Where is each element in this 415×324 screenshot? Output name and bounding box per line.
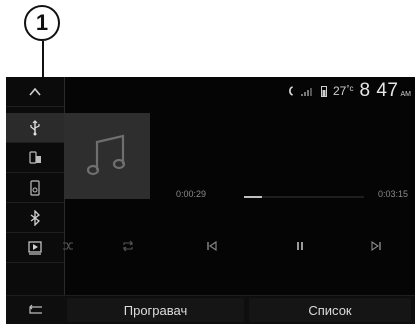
pause-icon: [297, 242, 303, 250]
previous-track-icon: [207, 240, 217, 252]
chevron-up-icon: [29, 87, 41, 96]
clock-ampm: AM: [400, 90, 412, 98]
list-tab-button[interactable]: Список: [249, 298, 411, 322]
video-source-icon: [28, 240, 42, 255]
signal-strength-icon: [300, 88, 312, 96]
phone-call-icon: [289, 86, 293, 96]
status-bar: 27°c 8 47 AM: [287, 80, 412, 101]
next-track-icon: [371, 240, 381, 252]
callout-line: [42, 41, 44, 79]
elapsed-time: 0:00:29: [176, 189, 207, 199]
playback-controls: [63, 235, 415, 257]
callout-marker: 1: [24, 5, 60, 41]
temperature-unit: °c: [346, 84, 354, 93]
shuffle-button[interactable]: [56, 235, 80, 257]
repeat-button[interactable]: [116, 235, 140, 257]
previous-track-button[interactable]: [200, 235, 224, 257]
temperature: 27°c: [333, 84, 354, 98]
player-tab-button[interactable]: Програвач: [67, 298, 244, 322]
bottom-bar: Програвач Список: [6, 295, 415, 324]
source-sidebar: [6, 77, 65, 295]
repeat-icon: [123, 240, 133, 252]
usb-icon: [30, 119, 40, 135]
battery-icon: [320, 86, 327, 97]
back-arrow-icon: [29, 304, 42, 314]
ipod-icon: [30, 179, 40, 196]
pause-button[interactable]: [288, 235, 312, 257]
progress-bar-fill: [244, 196, 262, 198]
shuffle-icon: [63, 242, 73, 250]
sidebar-item-bluetooth[interactable]: [6, 203, 64, 233]
progress-bar[interactable]: [244, 196, 364, 198]
sidebar-item-usb[interactable]: [6, 113, 64, 143]
back-button[interactable]: [6, 296, 64, 324]
phone-transfer-icon: [29, 150, 41, 164]
track-progress: 0:00:29 0:03:15: [176, 189, 408, 209]
callout-number: 1: [35, 10, 49, 35]
sidebar-item-ipod[interactable]: [6, 173, 64, 203]
media-screen: 27°c 8 47 AM 0:00:29 0:03:15 Програвач С…: [6, 77, 415, 324]
album-art: [64, 113, 150, 199]
clock-time: 8 47: [359, 80, 399, 101]
sidebar-item-phone[interactable]: [6, 143, 64, 173]
bluetooth-icon: [30, 209, 40, 226]
music-note-icon: [86, 134, 126, 176]
next-track-button[interactable]: [364, 235, 388, 257]
chevron-up-button[interactable]: [6, 77, 64, 107]
total-time: 0:03:15: [377, 189, 408, 199]
temperature-value: 27: [332, 84, 347, 98]
